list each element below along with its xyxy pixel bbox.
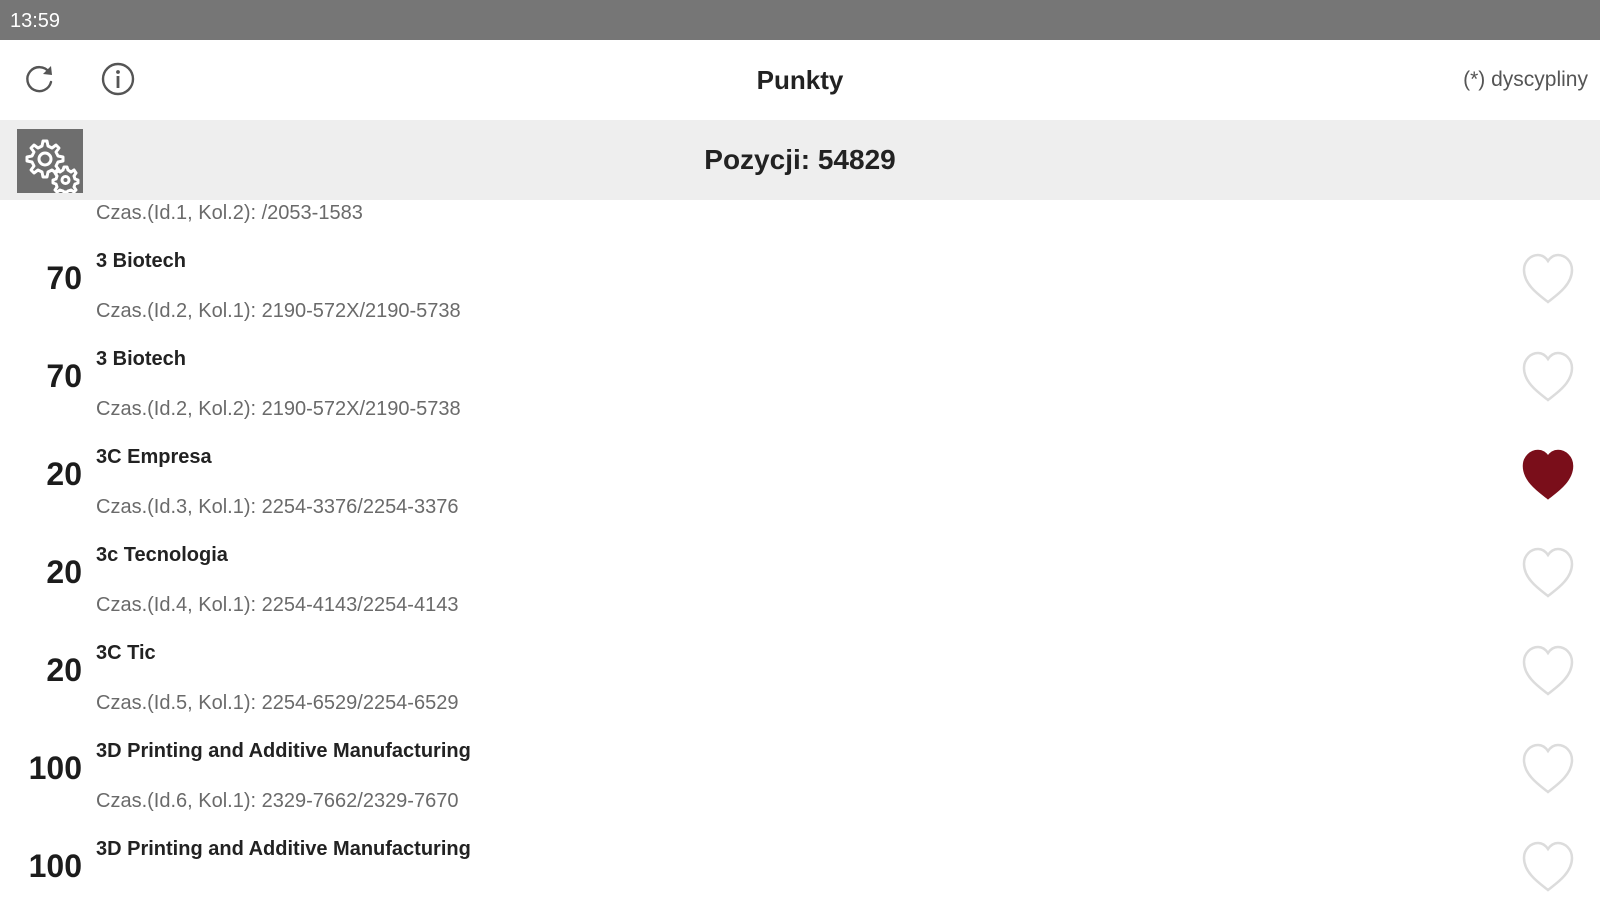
favorite-heart-icon[interactable]: [1518, 446, 1578, 502]
info-bar: Pozycji: 54829: [0, 120, 1600, 200]
item-points: 20: [46, 652, 82, 688]
status-time: 13:59: [10, 10, 61, 32]
status-bar: 13:59: [0, 0, 1600, 40]
item-name: 3C Empresa: [96, 446, 212, 468]
item-name: 3C Tic: [96, 642, 156, 664]
item-points: 100: [28, 750, 82, 786]
item-meta: Czas.(Id.5, Kol.1): 2254-6529/2254-6529: [96, 692, 459, 714]
item-meta: Czas.(Id.6, Kol.1): 2329-7662/2329-7670: [96, 790, 459, 812]
page-title: Punkty: [756, 65, 844, 95]
favorite-heart-icon[interactable]: [1518, 348, 1578, 404]
item-meta: Czas.(Id.2, Kol.2): 2190-572X/2190-5738: [96, 398, 461, 420]
item-meta: Czas.(Id.1, Kol.2): /2053-1583: [96, 202, 363, 224]
favorite-heart-icon[interactable]: [1518, 642, 1578, 698]
item-name: 3 Biotech: [96, 348, 187, 370]
list-item[interactable]: 20 3c Tecnologia Czas.(Id.4, Kol.1): 225…: [0, 524, 1600, 624]
positions-count: Pozycji: 54829: [704, 144, 896, 175]
item-name: 3D Printing and Additive Manufacturing: [96, 740, 471, 762]
list-item[interactable]: 70 3 Biotech Czas.(Id.2, Kol.1): 2190-57…: [0, 230, 1600, 330]
journal-list: Czas.(Id.1, Kol.2): /2053-1583 70 3 Biot…: [0, 200, 1600, 900]
list-item[interactable]: 70 3 Biotech Czas.(Id.2, Kol.2): 2190-57…: [0, 328, 1600, 428]
favorite-heart-icon[interactable]: [1518, 838, 1578, 894]
item-points: 70: [46, 358, 82, 394]
item-meta: Czas.(Id.3, Kol.1): 2254-3376/2254-3376: [96, 496, 459, 518]
list-item[interactable]: 100 3D Printing and Additive Manufacturi…: [0, 720, 1600, 820]
item-name: 3 Biotech: [96, 250, 187, 272]
item-meta: Czas.(Id.2, Kol.1): 2190-572X/2190-5738: [96, 300, 461, 322]
favorite-heart-icon[interactable]: [1518, 740, 1578, 796]
item-meta: Czas.(Id.4, Kol.1): 2254-4143/2254-4143: [96, 594, 459, 616]
item-name: 3D Printing and Additive Manufacturing: [96, 838, 471, 860]
list-item[interactable]: 20 3C Tic Czas.(Id.5, Kol.1): 2254-6529/…: [0, 622, 1600, 722]
app-bar: Punkty (*) dyscypliny: [0, 40, 1600, 120]
favorite-heart-icon[interactable]: [1518, 544, 1578, 600]
favorite-heart-icon[interactable]: [1518, 250, 1578, 306]
list-item[interactable]: 20 3C Empresa Czas.(Id.3, Kol.1): 2254-3…: [0, 426, 1600, 526]
disciplines-link[interactable]: (*) dyscypliny: [1463, 40, 1588, 120]
list-item[interactable]: Czas.(Id.1, Kol.2): /2053-1583: [0, 200, 1600, 232]
item-points: 20: [46, 554, 82, 590]
list-item[interactable]: 100 3D Printing and Additive Manufacturi…: [0, 818, 1600, 900]
item-points: 100: [28, 848, 82, 884]
item-points: 20: [46, 456, 82, 492]
item-name: 3c Tecnologia: [96, 544, 228, 566]
item-points: 70: [46, 260, 82, 296]
